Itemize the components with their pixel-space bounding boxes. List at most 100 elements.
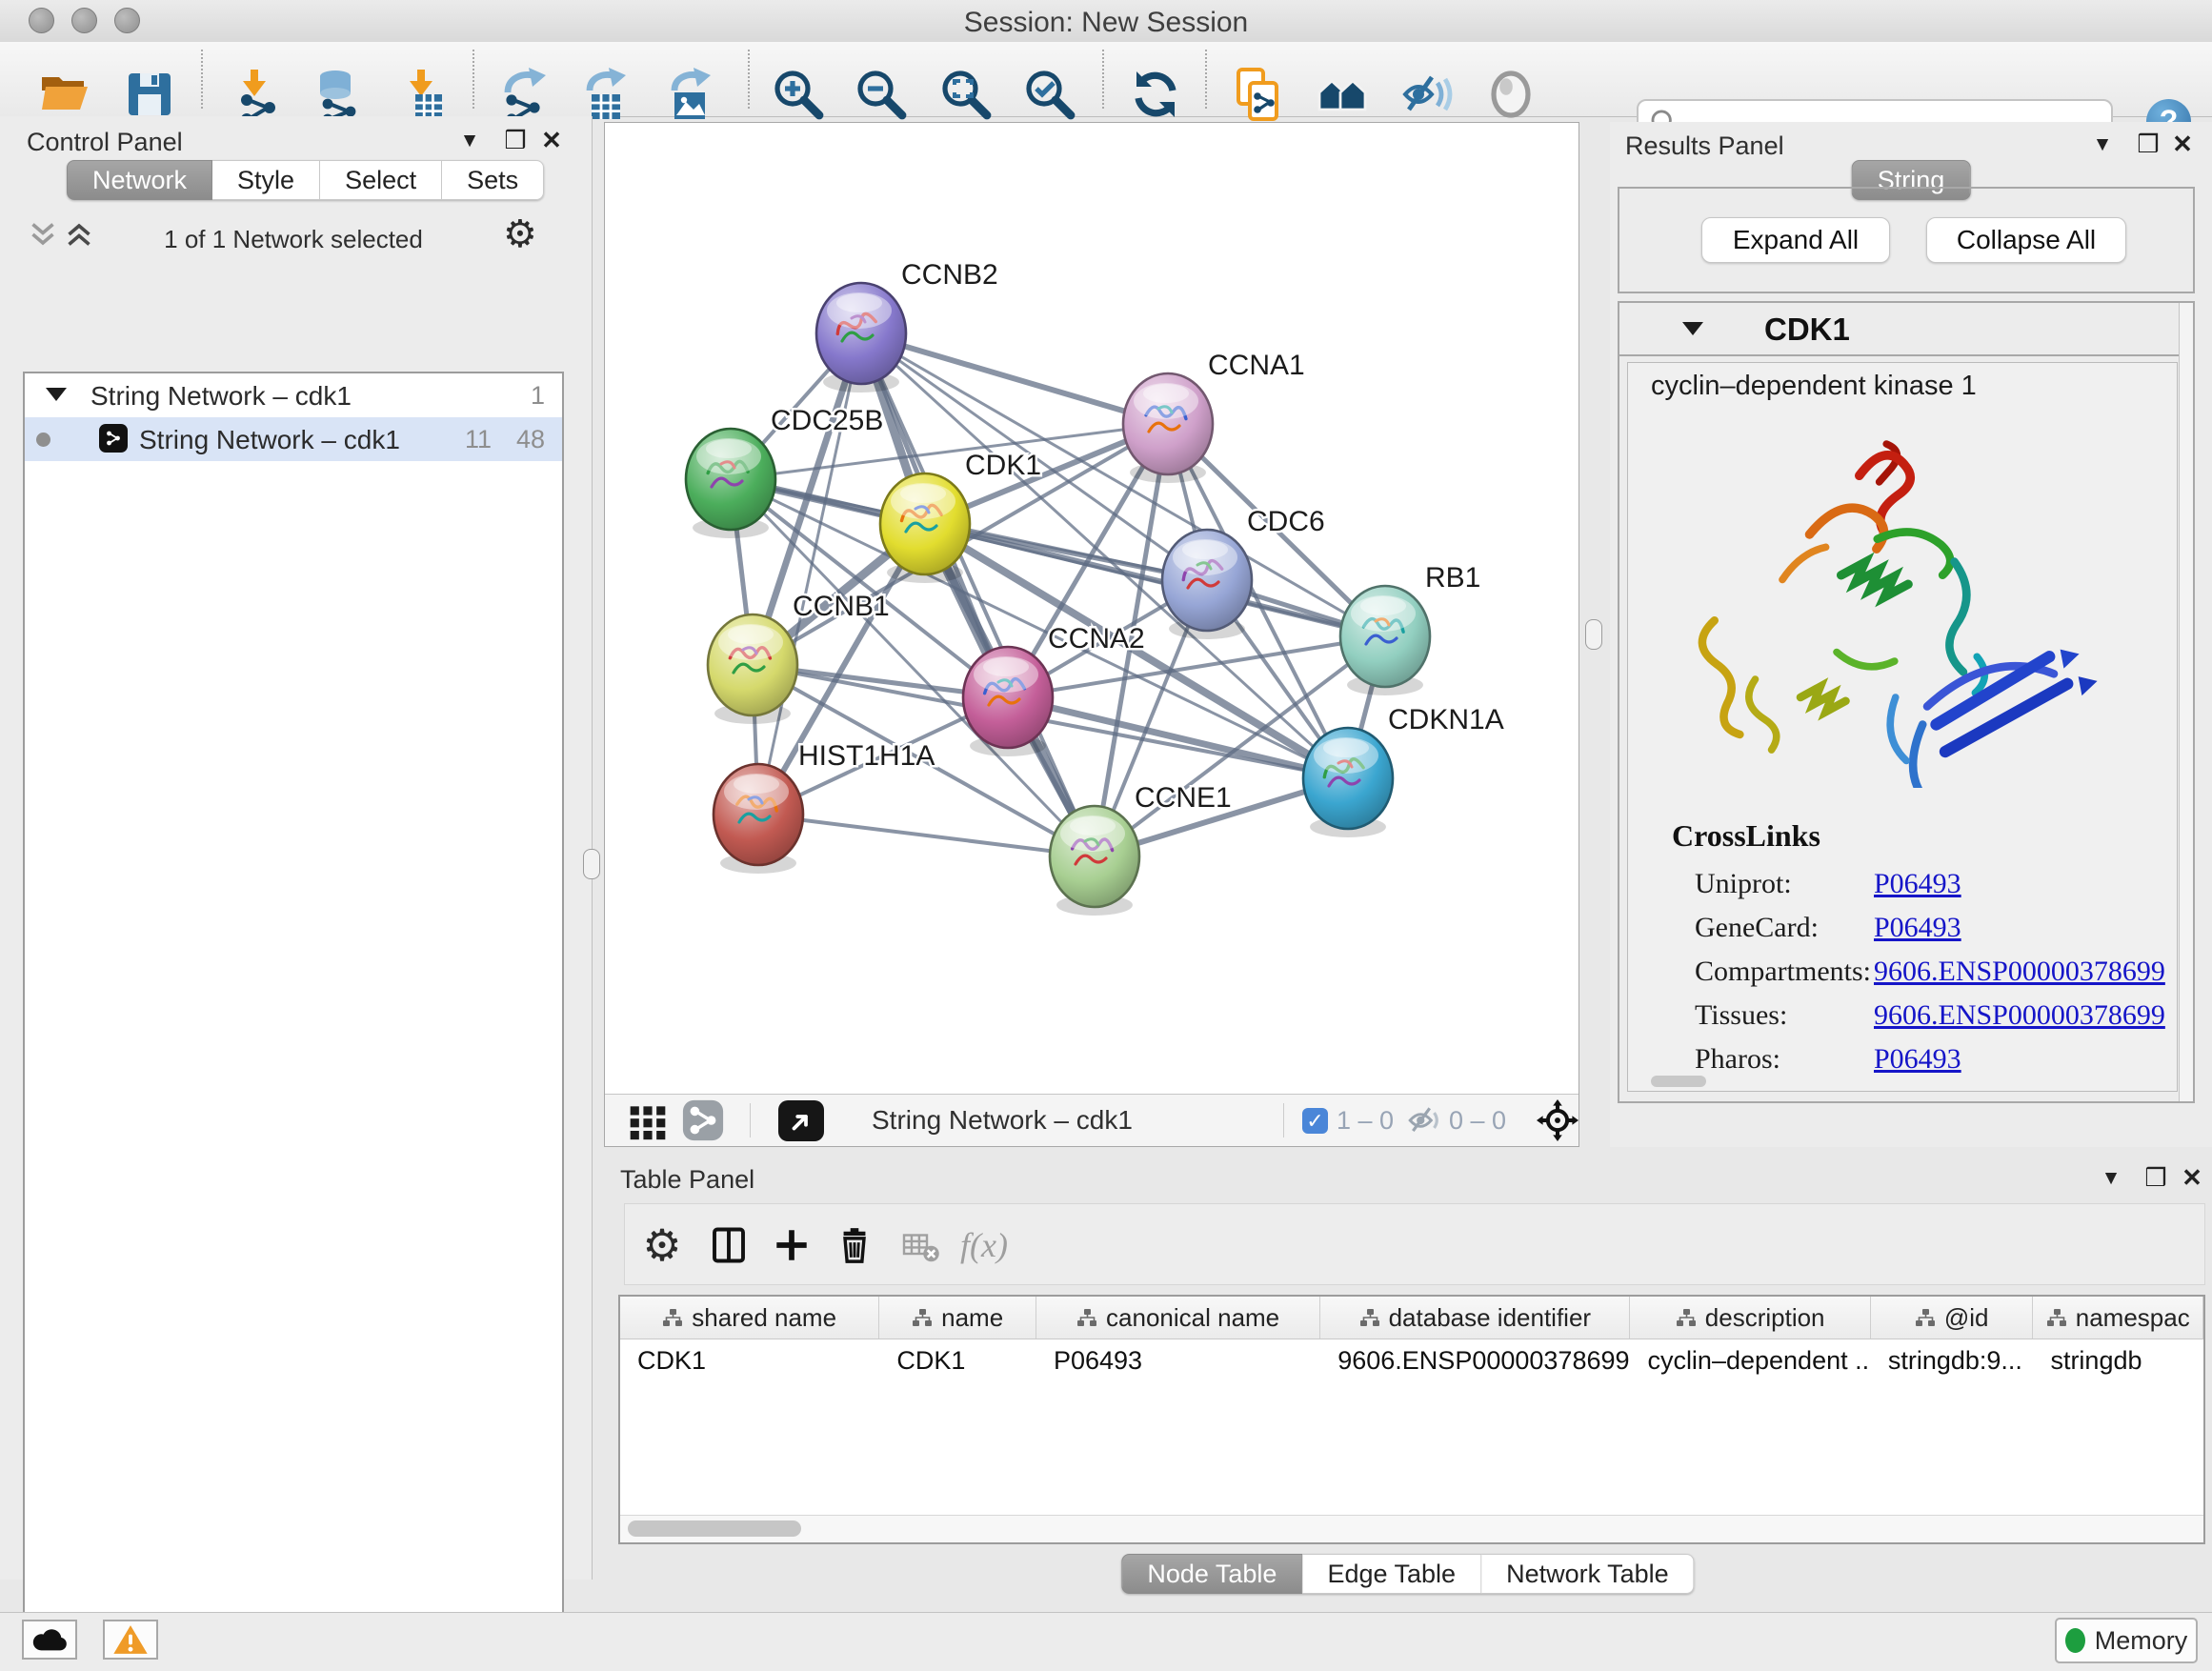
table-cell[interactable]: stringdb	[2033, 1339, 2203, 1381]
left-splitter-handle[interactable]	[583, 849, 600, 879]
node-label-CCNE1: CCNE1	[1135, 782, 1232, 814]
hidden-eye-icon[interactable]	[1407, 1095, 1443, 1146]
collection-count: 1	[531, 381, 545, 411]
control-panel: Control Panel ▼ ❒ ✕ NetworkStyleSelectSe…	[0, 116, 593, 1580]
results-float-icon[interactable]: ❒	[2132, 130, 2164, 159]
results-menu-icon[interactable]: ▼	[2086, 133, 2119, 156]
zoom-selected-icon[interactable]	[1022, 67, 1077, 122]
cloud-button[interactable]	[22, 1620, 77, 1660]
column-header-name[interactable]: name	[879, 1297, 1036, 1339]
export-image-icon[interactable]	[662, 67, 717, 122]
results-vscroll[interactable]	[2179, 303, 2193, 1101]
hide-graphics-details-icon[interactable]	[1400, 67, 1456, 122]
crosslink-link[interactable]: P06493	[1874, 912, 1961, 944]
table-settings-gear-icon[interactable]: ⚙	[638, 1221, 686, 1269]
table-close-icon[interactable]: ✕	[2176, 1163, 2208, 1193]
import-network-from-database-icon[interactable]	[310, 67, 365, 122]
tab-select[interactable]: Select	[320, 160, 442, 200]
table-cell[interactable]: cyclin–dependent ...	[1630, 1339, 1870, 1381]
delete-column-trash-icon[interactable]	[831, 1221, 878, 1269]
table-cell[interactable]: CDK1	[879, 1339, 1036, 1381]
delete-table-icon[interactable]	[897, 1221, 945, 1269]
node-RB1[interactable]	[1340, 586, 1430, 695]
tab-node-table[interactable]: Node Table	[1121, 1554, 1302, 1594]
add-column-icon[interactable]	[768, 1221, 815, 1269]
birds-eye-toggle-icon[interactable]	[778, 1100, 824, 1141]
gene-details: cyclin–dependent kinase 1	[1627, 362, 2178, 1092]
column-header-shared-name[interactable]: shared name	[620, 1297, 879, 1339]
column-header-@id[interactable]: @id	[1871, 1297, 2034, 1339]
show-view-icon[interactable]	[1483, 67, 1538, 122]
results-close-icon[interactable]: ✕	[2166, 130, 2199, 159]
refresh-icon[interactable]	[1128, 67, 1183, 122]
node-CCNB2[interactable]	[816, 283, 906, 393]
table-cell[interactable]: stringdb:9...	[1871, 1339, 2034, 1381]
selected-checkbox-icon[interactable]: ✓	[1302, 1108, 1328, 1134]
crosslink-link[interactable]: 9606.ENSP00000378699	[1874, 956, 2165, 988]
export-table-icon[interactable]	[579, 67, 634, 122]
results-hscroll-thumb[interactable]	[1651, 1076, 1706, 1087]
tab-style[interactable]: Style	[212, 160, 320, 200]
gene-result-header[interactable]: CDK1	[1619, 303, 2193, 356]
crosslink-link[interactable]: 9606.ENSP00000378699	[1874, 999, 2165, 1032]
warnings-button[interactable]	[103, 1620, 158, 1660]
network-collection-row[interactable]: String Network – cdk1 1	[25, 373, 562, 417]
import-network-icon[interactable]	[231, 67, 286, 122]
table-cell[interactable]: 9606.ENSP00000378699	[1320, 1339, 1630, 1381]
table-menu-icon[interactable]: ▼	[2095, 1167, 2127, 1190]
crosslink-link[interactable]: P06493	[1874, 1043, 1961, 1076]
home-networks-icon[interactable]	[1317, 67, 1372, 122]
node-CCNB1[interactable]	[708, 614, 797, 724]
node-CCNA1[interactable]	[1123, 373, 1213, 483]
column-header-canonical-name[interactable]: canonical name	[1036, 1297, 1320, 1339]
zoom-out-icon[interactable]	[854, 67, 909, 122]
tab-network-table[interactable]: Network Table	[1481, 1554, 1695, 1594]
clone-network-icon[interactable]	[1232, 67, 1287, 122]
node-HIST1H1A[interactable]	[714, 764, 803, 874]
tab-sets[interactable]: Sets	[442, 160, 544, 200]
table-row[interactable]: CDK1CDK1P064939606.ENSP00000378699cyclin…	[620, 1339, 2203, 1381]
show-column-icon[interactable]	[705, 1221, 753, 1269]
fit-content-crosshair-icon[interactable]	[1537, 1095, 1579, 1146]
save-icon[interactable]	[122, 67, 177, 122]
tab-edge-table[interactable]: Edge Table	[1302, 1554, 1481, 1594]
zoom-in-icon[interactable]	[771, 67, 826, 122]
table-cell[interactable]: P06493	[1036, 1339, 1320, 1381]
edge-CCNB2-CCNE1[interactable]	[861, 333, 1095, 856]
import-table-icon[interactable]	[397, 67, 452, 122]
tab-network[interactable]: Network	[67, 160, 212, 200]
table-cell[interactable]: CDK1	[620, 1339, 879, 1381]
collapse-all-button[interactable]: Collapse All	[1926, 217, 2126, 263]
edge-CCNB2-CCNA1[interactable]	[861, 333, 1168, 424]
table-hscroll-thumb[interactable]	[628, 1520, 801, 1537]
network-share-icon[interactable]	[681, 1095, 725, 1146]
zoom-fit-icon[interactable]	[938, 67, 994, 122]
column-header-database-identifier[interactable]: database identifier	[1320, 1297, 1630, 1339]
panel-menu-icon[interactable]: ▼	[453, 130, 486, 152]
panel-close-icon[interactable]: ✕	[535, 126, 568, 155]
node-CDC25B[interactable]	[686, 429, 775, 538]
network-view-panel: CCNB2CCNA1CDC25BCDK1CDC6RB1CCNB1CCNA2CDK…	[604, 122, 1579, 1147]
column-header-description[interactable]: description	[1630, 1297, 1870, 1339]
table-hscroll[interactable]	[620, 1515, 2203, 1542]
collapse-caret-icon[interactable]	[46, 388, 67, 401]
open-folder-icon[interactable]	[37, 67, 92, 122]
protein-structure-image	[1662, 426, 2120, 788]
export-network-icon[interactable]	[497, 67, 553, 122]
panel-float-icon[interactable]: ❒	[499, 126, 532, 155]
network-canvas[interactable]: CCNB2CCNA1CDC25BCDK1CDC6RB1CCNB1CCNA2CDK…	[605, 123, 1579, 1094]
node-CDKN1A[interactable]	[1303, 728, 1393, 837]
function-builder-icon[interactable]: f(x)	[960, 1221, 1008, 1269]
crosslink-link[interactable]: P06493	[1874, 868, 1961, 900]
grid-view-icon[interactable]	[627, 1095, 669, 1146]
table-float-icon[interactable]: ❒	[2140, 1163, 2172, 1193]
memory-button[interactable]: Memory	[2055, 1618, 2198, 1663]
expand-all-button[interactable]: Expand All	[1701, 217, 1890, 263]
right-splitter-handle[interactable]	[1585, 619, 1602, 650]
network-row[interactable]: String Network – cdk1 11 48	[25, 417, 562, 461]
gene-collapse-caret-icon[interactable]	[1682, 322, 1703, 335]
column-header-namespac[interactable]: namespac	[2033, 1297, 2203, 1339]
network-options-gear-icon[interactable]: ⚙	[503, 215, 535, 253]
node-CCNE1[interactable]	[1050, 806, 1139, 916]
edge-HIST1H1A-CCNE1[interactable]	[758, 815, 1095, 856]
